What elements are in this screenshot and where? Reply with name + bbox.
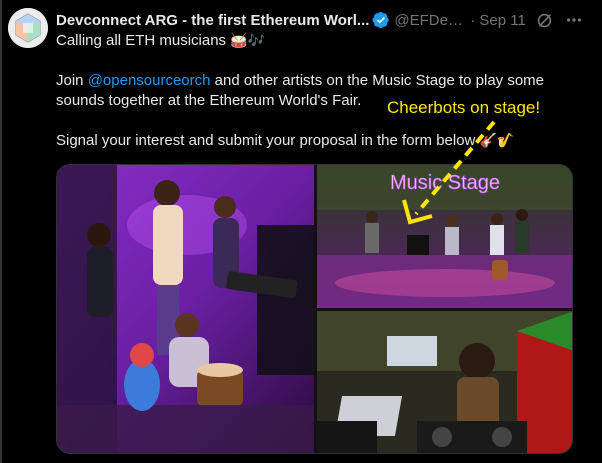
- mention-link[interactable]: @opensourceorch: [88, 72, 211, 89]
- dj-booth-image: [317, 311, 572, 453]
- author-avatar[interactable]: [8, 8, 48, 48]
- header-separator: ·: [470, 11, 476, 29]
- drum-music-emoji: 🥁🎶: [230, 33, 266, 49]
- post-text-line1: Calling all ETH musicians 🥁🎶: [56, 31, 586, 51]
- guitar-sax-emoji: 🎸🎷: [479, 133, 515, 149]
- musicians-image: [57, 165, 314, 453]
- author-handle[interactable]: @EFDev...: [394, 12, 466, 29]
- thread-line: [0, 0, 2, 463]
- photo-musicians-performing[interactable]: [57, 165, 314, 453]
- more-icon[interactable]: [565, 11, 583, 29]
- devconnect-logo-icon: [8, 8, 48, 48]
- photo-music-stage[interactable]: Music Stage: [317, 165, 572, 308]
- post-text-line3: Signal your interest and submit your pro…: [56, 131, 586, 151]
- post-intro-text: Calling all ETH musicians: [56, 32, 227, 49]
- stage-sign-text: Music Stage: [390, 172, 500, 194]
- grok-icon[interactable]: [536, 12, 553, 29]
- annotation-text: Cheerbots on stage!: [387, 98, 541, 117]
- post-date[interactable]: Sep 11: [479, 12, 525, 29]
- author-name[interactable]: Devconnect ARG - the first Ethereum Worl…: [56, 12, 369, 29]
- music-stage-image: Music Stage: [317, 165, 572, 308]
- media-grid[interactable]: Music Stage: [56, 164, 573, 454]
- post-join-text: Join: [56, 72, 88, 89]
- photo-dj-booth[interactable]: [317, 311, 572, 453]
- verified-badge-icon: [372, 11, 390, 29]
- post-signal-text: Signal your interest and submit your pro…: [56, 132, 476, 149]
- post-header: Devconnect ARG - the first Ethereum Worl…: [56, 10, 592, 30]
